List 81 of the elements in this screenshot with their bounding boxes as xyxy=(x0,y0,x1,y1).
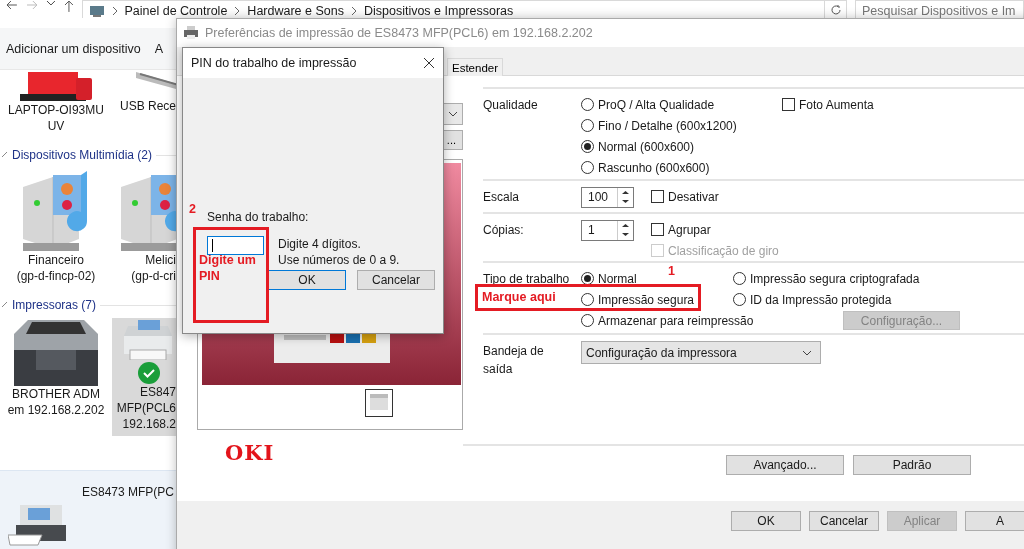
control-panel-icon xyxy=(88,4,105,18)
device-label: LAPTOP-OI93MU xyxy=(8,102,104,118)
field-label: Cópias: xyxy=(483,222,524,239)
dialog-button[interactable]: OK xyxy=(268,270,346,290)
media-server-icon xyxy=(22,170,90,252)
laser-printer-icon xyxy=(14,320,98,386)
radio-option[interactable]: Rascunho (600x600) xyxy=(581,158,710,177)
dialog-title: PIN do trabalho de impressão xyxy=(191,56,357,70)
radio-option[interactable]: Normal (600x600) xyxy=(581,137,695,156)
device-label: em 192.168.2.202 xyxy=(7,402,105,418)
radio-option[interactable]: Normal xyxy=(581,269,637,288)
radio-option[interactable]: Impressão segura xyxy=(581,290,695,309)
breadcrumb-item[interactable]: Painel de Controle xyxy=(124,4,228,18)
breadcrumb-item[interactable]: Hardware e Sons xyxy=(247,4,344,18)
collapse-icon[interactable] xyxy=(2,302,8,308)
device-name: ES8473 MFP(PC xyxy=(82,485,175,499)
pin-field[interactable] xyxy=(207,236,264,255)
device-label: Melici xyxy=(145,252,176,268)
device-item[interactable]: BROTHER ADM em 192.168.2.202 xyxy=(0,318,112,436)
number-spinner[interactable]: 1 xyxy=(581,220,634,241)
checkbox[interactable]: Desativar xyxy=(651,187,719,206)
printer-icon xyxy=(365,389,393,417)
laptop-icon xyxy=(18,72,94,102)
radio-option[interactable]: ProQ / Alta Qualidade xyxy=(581,95,715,114)
chevron-down-icon xyxy=(448,111,458,117)
device-label: MFP(PCL6 xyxy=(116,400,176,416)
group-title[interactable]: Dispositivos Multimídia (2) xyxy=(12,148,153,162)
device-label: UV xyxy=(47,118,65,134)
back-icon[interactable] xyxy=(6,0,18,10)
printer-icon xyxy=(183,26,199,40)
close-icon[interactable] xyxy=(423,57,435,69)
field-label: Tipo de trabalho xyxy=(483,271,570,288)
field-label: Bandeja de saída xyxy=(483,343,545,378)
action-button[interactable]: Avançado... xyxy=(726,455,844,475)
dialog-button[interactable]: A xyxy=(965,511,1024,531)
tray-dropdown[interactable]: Configuração da impressora xyxy=(581,341,821,364)
chevron-icon xyxy=(233,6,242,16)
dialog-button[interactable]: Cancelar xyxy=(809,511,879,531)
radio-option[interactable]: Armazenar para reimpressão xyxy=(581,311,754,330)
dialog-button[interactable]: Cancelar xyxy=(357,270,435,290)
hint-text: Digite 4 dígitos. xyxy=(278,236,362,252)
toolbar-button[interactable]: Adicionar um dispositivo xyxy=(6,41,141,56)
device-label: (gp-d-cri xyxy=(131,268,176,284)
chevron-icon xyxy=(110,6,119,16)
radio-option[interactable]: Impressão segura criptografada xyxy=(733,269,920,288)
brand-logo: OKI xyxy=(225,440,276,465)
history-icon xyxy=(45,0,56,6)
annotation-text: Marque aqui xyxy=(482,289,556,305)
device-item[interactable]: Financeiro (gp-d-fincp-02) xyxy=(0,168,112,288)
radio-option[interactable]: ID da Impressão protegida xyxy=(733,290,892,309)
window-title: Preferências de impressão de ES8473 MFP(PCL6) em 192.168.2.202 xyxy=(205,26,593,40)
number-spinner[interactable]: 100 xyxy=(581,187,634,208)
toolbar-button[interactable]: A xyxy=(154,41,164,56)
dialog-button[interactable]: OK xyxy=(731,511,801,531)
device-label: (gp-d-fincp-02) xyxy=(16,268,96,284)
device-label: 192.168.2 xyxy=(122,416,176,432)
device-label: USB Rece xyxy=(119,98,176,114)
breadcrumb-item[interactable]: Dispositivos e Impressoras xyxy=(363,4,514,18)
selected-device[interactable]: ES847 MFP(PCL6 192.168.2 xyxy=(112,318,176,436)
field-label: Senha do trabalho: xyxy=(207,210,309,224)
refresh-icon[interactable] xyxy=(829,3,842,16)
search-field[interactable]: Pesquisar Dispositivos e Im xyxy=(855,0,1024,18)
field-label: Qualidade xyxy=(483,97,538,114)
field-label: Escala xyxy=(483,189,520,206)
device-label: Financeiro xyxy=(28,252,84,268)
radio-option[interactable]: Fino / Detalhe (600x1200) xyxy=(581,116,737,135)
annotation-text: Digite um PIN xyxy=(199,252,257,284)
hint-text: Use números de 0 a 9. xyxy=(278,252,400,268)
checkbox[interactable]: Foto Aumenta xyxy=(782,95,874,114)
checkbox[interactable]: Agrupar xyxy=(651,220,711,239)
action-button[interactable]: Padrão xyxy=(853,455,971,475)
chevron-down-icon xyxy=(802,349,812,356)
device-label: ES847 xyxy=(139,384,176,400)
step-number: 2 xyxy=(189,201,196,217)
up-icon[interactable] xyxy=(63,0,74,12)
group-title[interactable]: Impressoras (7) xyxy=(12,298,97,312)
chevron-icon xyxy=(349,6,358,16)
tab[interactable]: Estender xyxy=(447,58,504,76)
step-number: 1 xyxy=(668,263,675,279)
device-label: BROTHER ADM xyxy=(12,386,100,402)
collapse-icon[interactable] xyxy=(2,152,8,158)
